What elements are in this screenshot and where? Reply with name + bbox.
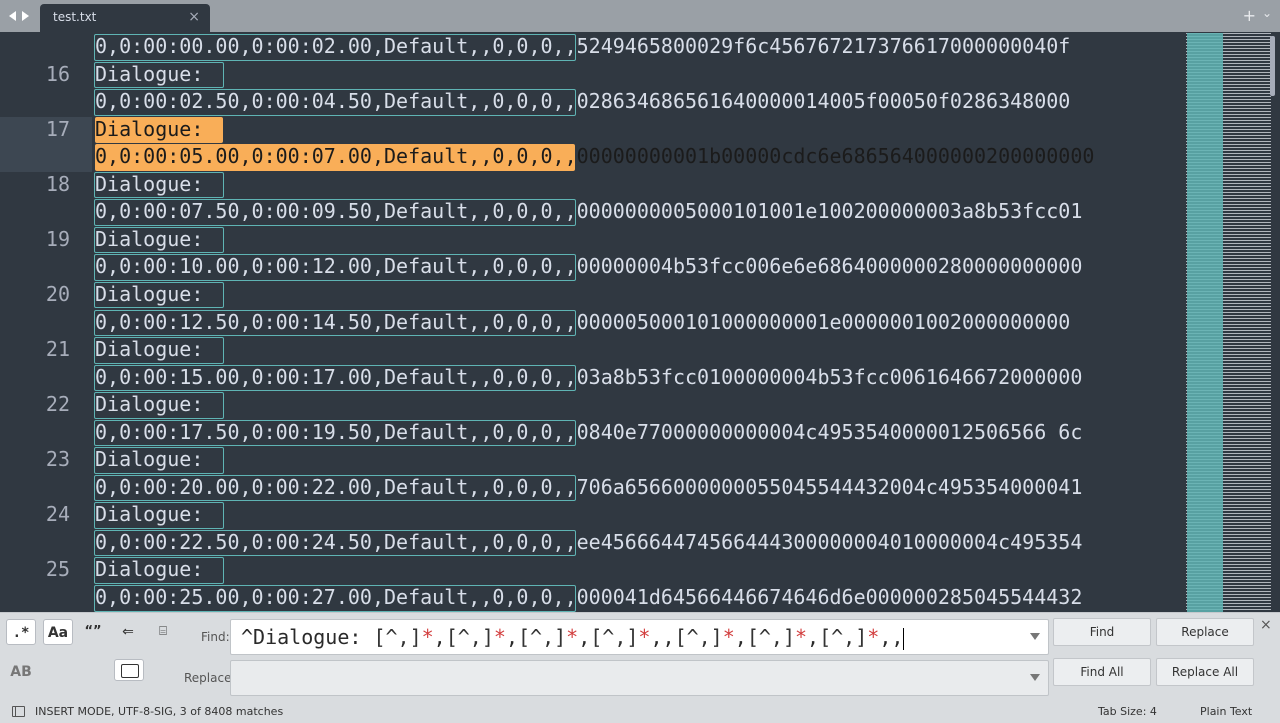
query-segment: ,: [505, 625, 518, 649]
find-button[interactable]: Find: [1053, 618, 1151, 646]
preserve-case-toggle[interactable]: AB: [6, 659, 36, 685]
code-line[interactable]: 0,0:00:22.50,0:00:24.50,Default,,0,0,0,,…: [95, 529, 1082, 556]
find-history-dropdown-icon[interactable]: [1030, 633, 1040, 640]
find-input[interactable]: ^Dialogue: [^,]*,[^,]*,[^,]*,[^,]*,,[^,]…: [230, 619, 1049, 655]
status-bar: INSERT MODE, UTF-8-SIG, 3 of 8408 matche…: [0, 701, 1280, 723]
regex-quantifier: *: [493, 625, 506, 649]
tab-nav-arrows[interactable]: [6, 8, 36, 24]
query-segment: ,: [807, 625, 820, 649]
code-line[interactable]: 0,0:00:15.00,0:00:17.00,Default,,0,0,0,,…: [95, 364, 1082, 391]
replace-history-dropdown-icon[interactable]: [1030, 674, 1040, 681]
find-all-button[interactable]: Find All: [1053, 658, 1151, 686]
code-line[interactable]: 0,0:00:02.50,0:00:04.50,Default,,0,0,0,,…: [95, 88, 1070, 115]
syntax-mode[interactable]: Plain Text: [1200, 705, 1252, 718]
code-line[interactable]: 0,0:00:20.00,0:00:22.00,Default,,0,0,0,,…: [95, 474, 1082, 501]
replace-button[interactable]: Replace: [1156, 618, 1254, 646]
code-line[interactable]: Dialogue:: [95, 171, 203, 198]
highlight-matches-toggle[interactable]: [114, 659, 144, 681]
whole-word-toggle[interactable]: “”: [78, 619, 108, 645]
code-line[interactable]: Dialogue:: [95, 116, 203, 143]
code-line[interactable]: Dialogue:: [95, 226, 203, 253]
query-segment: ^Dialogue:: [241, 625, 374, 649]
line-number: 19: [45, 226, 70, 251]
query-segment: [^,]: [373, 625, 422, 649]
code-line[interactable]: Dialogue:: [95, 336, 203, 363]
arrow-right-icon[interactable]: [22, 11, 29, 21]
regex-quantifier: *: [421, 625, 434, 649]
line-number-gutter: 16 17 18 19 20 21 22 23 24 25: [0, 32, 92, 612]
text-caret: [903, 627, 905, 650]
find-label: Find:: [201, 630, 230, 644]
code-line[interactable]: 0,0:00:12.50,0:00:14.50,Default,,0,0,0,,…: [95, 309, 1070, 336]
wrap-toggle[interactable]: ⇐: [113, 619, 143, 645]
case-sensitive-toggle[interactable]: Aa: [43, 619, 73, 645]
replace-input[interactable]: [230, 660, 1049, 696]
regex-quantifier: *: [867, 625, 880, 649]
line-number: 20: [45, 281, 70, 306]
line-number: 16: [45, 61, 70, 86]
line-number: 23: [45, 447, 70, 472]
replace-all-button[interactable]: Replace All: [1156, 658, 1254, 686]
code-line[interactable]: 0,0:00:05.00,0:00:07.00,Default,,0,0,0,,…: [95, 143, 1094, 170]
regex-quantifier: *: [638, 625, 651, 649]
line-number: 25: [45, 557, 70, 582]
query-segment: [^,]: [819, 625, 868, 649]
highlight-matches-icon: [121, 664, 139, 678]
query-segment: [^,]: [517, 625, 567, 649]
find-replace-panel: .* Aa “” ⇐ ⌸ AB Find: ^Dialogue: [^,]*,[…: [0, 612, 1280, 702]
code-line[interactable]: 0,0:00:25.00,0:00:27.00,Default,,0,0,0,,…: [95, 584, 1082, 611]
tab-title: test.txt: [53, 10, 97, 24]
in-selection-toggle[interactable]: ⌸: [148, 619, 178, 645]
new-tab-icon[interactable]: +: [1243, 6, 1256, 25]
code-line[interactable]: Dialogue:: [95, 556, 203, 583]
code-line[interactable]: Dialogue:: [95, 501, 203, 528]
tab-bar: test.txt × + ⌄: [0, 0, 1280, 32]
editor-area[interactable]: 16 17 18 19 20 21 22 23 24 25 0,0:00:00.00,0:00:0…: [0, 32, 1280, 612]
line-number: 21: [45, 337, 70, 362]
query-segment: ,,: [879, 625, 904, 649]
regex-quantifier: *: [566, 625, 579, 649]
regex-toggle[interactable]: .*: [6, 619, 36, 645]
line-number: 18: [45, 171, 70, 196]
code-line[interactable]: 0,0:00:10.00,0:00:12.00,Default,,0,0,0,,…: [95, 253, 1082, 280]
query-segment: [^,]: [590, 625, 639, 649]
code-line[interactable]: Dialogue:: [95, 61, 203, 88]
line-number: 24: [45, 502, 70, 527]
close-panel-icon[interactable]: ×: [1260, 617, 1272, 633]
code-line[interactable]: 0,0:00:17.50,0:00:19.50,Default,,0,0,0,,…: [95, 419, 1082, 446]
code-line[interactable]: Dialogue:: [95, 446, 203, 473]
code-line[interactable]: Dialogue:: [95, 391, 203, 418]
query-segment: [^,]: [674, 625, 723, 649]
tab-test-txt[interactable]: test.txt ×: [40, 4, 210, 32]
line-number: 22: [45, 392, 70, 417]
status-text: INSERT MODE, UTF-8-SIG, 3 of 8408 matche…: [35, 705, 284, 718]
scrollbar-thumb[interactable]: [1270, 36, 1275, 96]
regex-quantifier: *: [795, 625, 808, 649]
query-segment: ,: [433, 625, 446, 649]
query-segment: [^,]: [445, 625, 494, 649]
line-number: 17: [45, 116, 70, 141]
close-icon[interactable]: ×: [188, 9, 200, 25]
panel-switcher-icon[interactable]: [12, 706, 25, 717]
replace-label: Replace:: [184, 671, 236, 685]
minimap-viewport[interactable]: [1187, 33, 1223, 612]
code-lines[interactable]: 0,0:00:00.00,0:00:02.00,Default,,0,0,0,,…: [94, 32, 1175, 612]
query-segment: ,: [734, 625, 747, 649]
query-segment: [^,]: [746, 625, 795, 649]
tab-overflow-icon[interactable]: ⌄: [1262, 6, 1272, 20]
code-line[interactable]: Dialogue:: [95, 281, 203, 308]
query-segment: ,,: [650, 625, 675, 649]
arrow-left-icon[interactable]: [9, 11, 16, 21]
tab-size[interactable]: Tab Size: 4: [1098, 705, 1157, 718]
regex-quantifier: *: [722, 625, 735, 649]
code-line[interactable]: 0,0:00:07.50,0:00:09.50,Default,,0,0,0,,…: [95, 198, 1082, 225]
code-line[interactable]: 0,0:00:00.00,0:00:02.00,Default,,0,0,0,,…: [95, 33, 1070, 60]
query-segment: ,: [578, 625, 591, 649]
find-query: ^Dialogue: [^,]*,[^,]*,[^,]*,[^,]*,,[^,]…: [241, 624, 905, 650]
